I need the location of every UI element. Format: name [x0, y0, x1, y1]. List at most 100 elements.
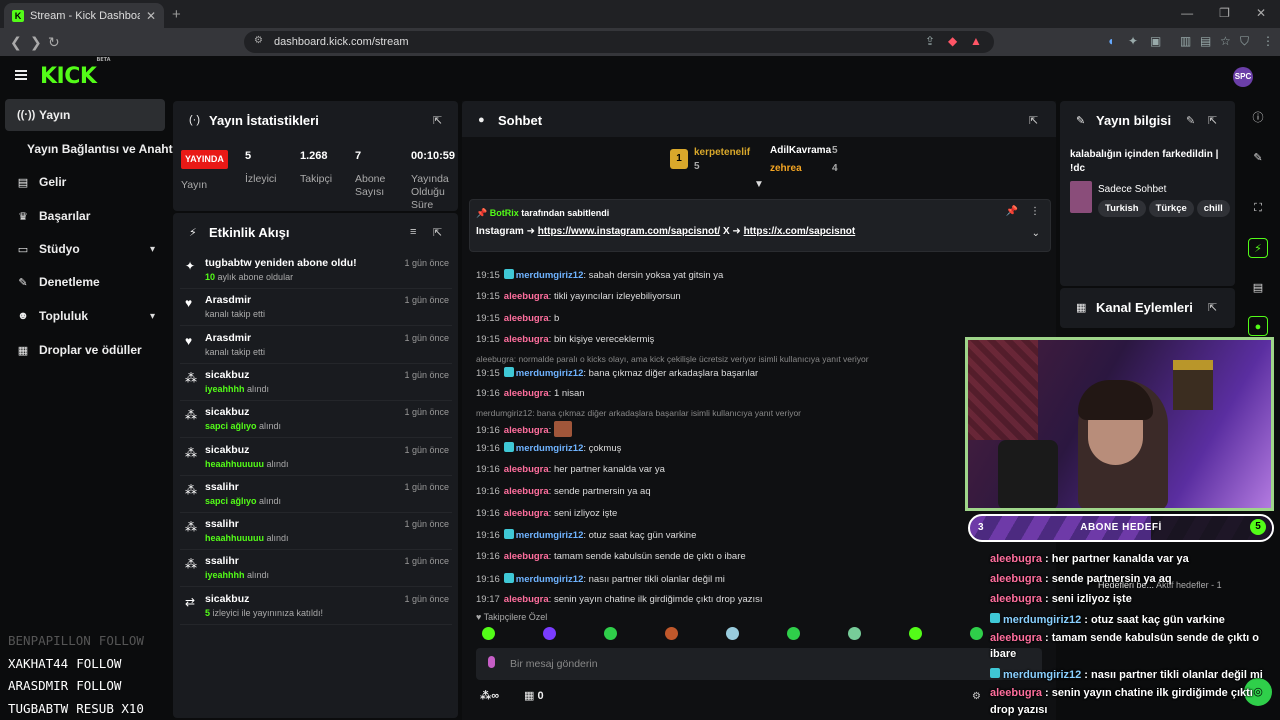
forward-icon[interactable]: ❯ — [30, 34, 42, 51]
chat-message[interactable]: 19:16 aleebugra: seni izliyoz işte — [476, 508, 617, 519]
sidebar-item-stream-key[interactable]: Yayın Bağlantısı ve Anahtarı — [27, 142, 187, 156]
chat-message[interactable]: 19:16 aleebugra: — [476, 421, 572, 437]
chat-username[interactable]: aleebugra — [504, 594, 549, 605]
popout-icon[interactable]: ⇱ — [1029, 114, 1038, 127]
filter-icon[interactable]: ≡ — [410, 226, 416, 238]
chat-username[interactable]: aleebugra — [504, 291, 549, 302]
sidebar-item-denetleme[interactable]: ✎ Denetleme — [5, 266, 165, 298]
browser-tab[interactable]: K Stream - Kick Dashboard ✕ — [4, 3, 164, 28]
emote-icon[interactable] — [482, 627, 495, 640]
emote-icon[interactable] — [970, 627, 983, 640]
close-tab-icon[interactable]: ✕ — [146, 9, 156, 23]
microphone-icon[interactable] — [488, 656, 495, 668]
chat-username[interactable]: merdumgiriz12 — [516, 368, 584, 379]
share-icon[interactable]: ⇪ — [925, 34, 935, 48]
chat-message[interactable]: 19:17 aleebugra: senin yayın chatine ilk … — [476, 594, 763, 605]
chat-message[interactable]: 19:16 merdumgiriz12: nasıı partner tikli … — [476, 573, 725, 585]
emote-icon[interactable] — [604, 627, 617, 640]
audio-icon[interactable]: ◖ — [1107, 34, 1114, 48]
feed-item[interactable]: ⁂ ssalihr sapci ağlıyo alındı 1 gün önce — [180, 476, 452, 513]
sidebar-item-studyo[interactable]: ▭ Stüdyo ▾ — [5, 233, 165, 265]
chat-username[interactable]: aleebugra — [504, 464, 549, 475]
popout-icon[interactable]: ⇱ — [1208, 301, 1217, 314]
menu-icon[interactable]: ⋮ — [1262, 34, 1274, 48]
lightning-icon[interactable]: ⚡ — [1248, 238, 1268, 258]
chat-username[interactable]: merdumgiriz12 — [516, 443, 584, 454]
sidebar-item-yayin[interactable]: ((·)) Yayın — [5, 99, 165, 131]
kick-logo[interactable]: KICKBETA — [40, 57, 111, 89]
feed-item[interactable]: ⁂ sicakbuz sapci ağlıyo alındı 1 gün önce — [180, 401, 452, 439]
chat-username[interactable]: aleebugra — [504, 425, 549, 436]
chat-message[interactable]: 19:16 aleebugra: 1 nisan — [476, 388, 585, 399]
brave-rewards-icon[interactable]: ▲ — [970, 34, 982, 48]
tag[interactable]: Turkish — [1098, 200, 1146, 217]
sidebar-item-topluluk[interactable]: ☻ Topluluk ▾ — [5, 300, 165, 332]
vpn-icon[interactable]: ⛉ — [1240, 34, 1249, 49]
chat-username[interactable]: aleebugra — [504, 486, 549, 497]
hamburger-menu-icon[interactable] — [15, 70, 27, 80]
feed-item[interactable]: ⁂ sicakbuz heaahhuuuuu alındı 1 gün önce — [180, 439, 452, 476]
popout-icon[interactable]: ⇱ — [433, 114, 442, 127]
chat-message[interactable]: 19:16 aleebugra: sende partnersin ya aq — [476, 486, 651, 497]
chat-message[interactable]: 19:16 merdumgiriz12: çokmuş — [476, 442, 621, 454]
edit-icon[interactable]: ✎ — [1186, 114, 1195, 127]
screenshot-icon[interactable]: ▣ — [1150, 34, 1161, 48]
feed-item[interactable]: ⁂ sicakbuz iyeahhhh alındı 1 gün önce — [180, 364, 452, 401]
emote-icon[interactable] — [726, 627, 739, 640]
chat-username[interactable]: aleebugra — [504, 334, 549, 345]
user-avatar[interactable]: SPC — [1233, 67, 1253, 87]
chevron-down-icon[interactable]: ⌄ — [1032, 228, 1040, 239]
chat-message[interactable]: 19:15 merdumgiriz12: bana çıkmaz diğer ar… — [476, 367, 758, 379]
chat-settings-icon[interactable]: ⚙ — [972, 691, 981, 702]
chat-input[interactable]: Bir mesaj gönderin — [476, 648, 1042, 680]
close-window-icon[interactable]: ✕ — [1256, 6, 1266, 20]
points-icon[interactable]: ⁂∞ — [480, 689, 499, 702]
site-info-icon[interactable]: ⚙ — [254, 35, 263, 46]
chat-username[interactable]: merdumgiriz12 — [516, 574, 584, 585]
chat-message[interactable]: 19:16 aleebugra: her partner kanalda var … — [476, 464, 665, 475]
emote-icon[interactable] — [909, 627, 922, 640]
reload-icon[interactable]: ↻ — [48, 34, 60, 51]
chat-message[interactable]: 19:15 aleebugra: b — [476, 313, 559, 324]
chat-username[interactable]: merdumgiriz12 — [516, 530, 584, 541]
feed-item[interactable]: ♥ Arasdmir kanalı takip etti 1 gün önce — [180, 327, 452, 364]
wallet-ext-icon[interactable]: ▤ — [1200, 34, 1211, 48]
x-link[interactable]: https://x.com/sapcisnot — [744, 226, 856, 237]
extensions-icon[interactable]: ✦ — [1128, 34, 1138, 48]
sidebar-item-gelir[interactable]: ▤ Gelir — [5, 166, 165, 198]
chat-message[interactable]: 19:16 merdumgiriz12: otuz saat kaç gün va… — [476, 529, 696, 541]
address-bar[interactable]: ⚙ dashboard.kick.com/stream — [244, 31, 994, 53]
emote-icon[interactable] — [787, 627, 800, 640]
chat-username[interactable]: aleebugra — [504, 388, 549, 399]
restore-icon[interactable]: ❐ — [1219, 6, 1230, 20]
sidebar-item-basarilar[interactable]: ♛ Başarılar — [5, 200, 165, 232]
info-icon[interactable]: ⓘ — [1248, 108, 1268, 128]
minimize-icon[interactable]: — — [1181, 6, 1193, 20]
document-icon[interactable]: ▤ — [1248, 278, 1268, 298]
chat-bubble-icon[interactable]: ● — [1248, 316, 1268, 336]
unpin-icon[interactable]: 📌 — [1006, 206, 1018, 217]
sidebar-toggle-icon[interactable]: ▥ — [1180, 34, 1191, 48]
more-options-icon[interactable]: ⋮ — [1030, 206, 1040, 217]
back-icon[interactable]: ❮ — [10, 34, 22, 51]
instagram-link[interactable]: https://www.instagram.com/sapcisnot/ — [538, 226, 720, 237]
focus-icon[interactable]: ⛶ — [1248, 198, 1268, 218]
tag[interactable]: Türkçe — [1148, 200, 1194, 217]
edit-icon[interactable]: ✎ — [1248, 148, 1268, 168]
chat-message[interactable]: 19:15 aleebugra: tikli yayıncıları izleye… — [476, 291, 681, 302]
chat-username[interactable]: aleebugra — [504, 508, 549, 519]
expand-gifters-icon[interactable]: ▼ — [754, 179, 764, 190]
tag[interactable]: chill — [1196, 200, 1230, 217]
chat-message[interactable]: 19:15 aleebugra: bin kişiye vereceklermiş — [476, 334, 654, 345]
chat-username[interactable]: aleebugra — [504, 313, 549, 324]
feed-item[interactable]: ⁂ ssalihr heaahhuuuuu alındı 1 gün önce — [180, 513, 452, 551]
emote-icon[interactable] — [665, 627, 678, 640]
emote-icon[interactable] — [848, 627, 861, 640]
sidebar-item-droplar[interactable]: ▦ Droplar ve ödüller — [5, 334, 165, 366]
feed-item[interactable]: ⇄ sicakbuz 5 izleyici ile yayınınıza katıl… — [180, 588, 452, 625]
popout-icon[interactable]: ⇱ — [433, 226, 442, 239]
feed-item[interactable]: ♥ Arasdmir kanalı takip etti 1 gün önce — [180, 289, 452, 327]
emote-icon[interactable] — [543, 627, 556, 640]
popout-icon[interactable]: ⇱ — [1208, 114, 1217, 127]
new-tab-icon[interactable]: + — [172, 6, 181, 23]
